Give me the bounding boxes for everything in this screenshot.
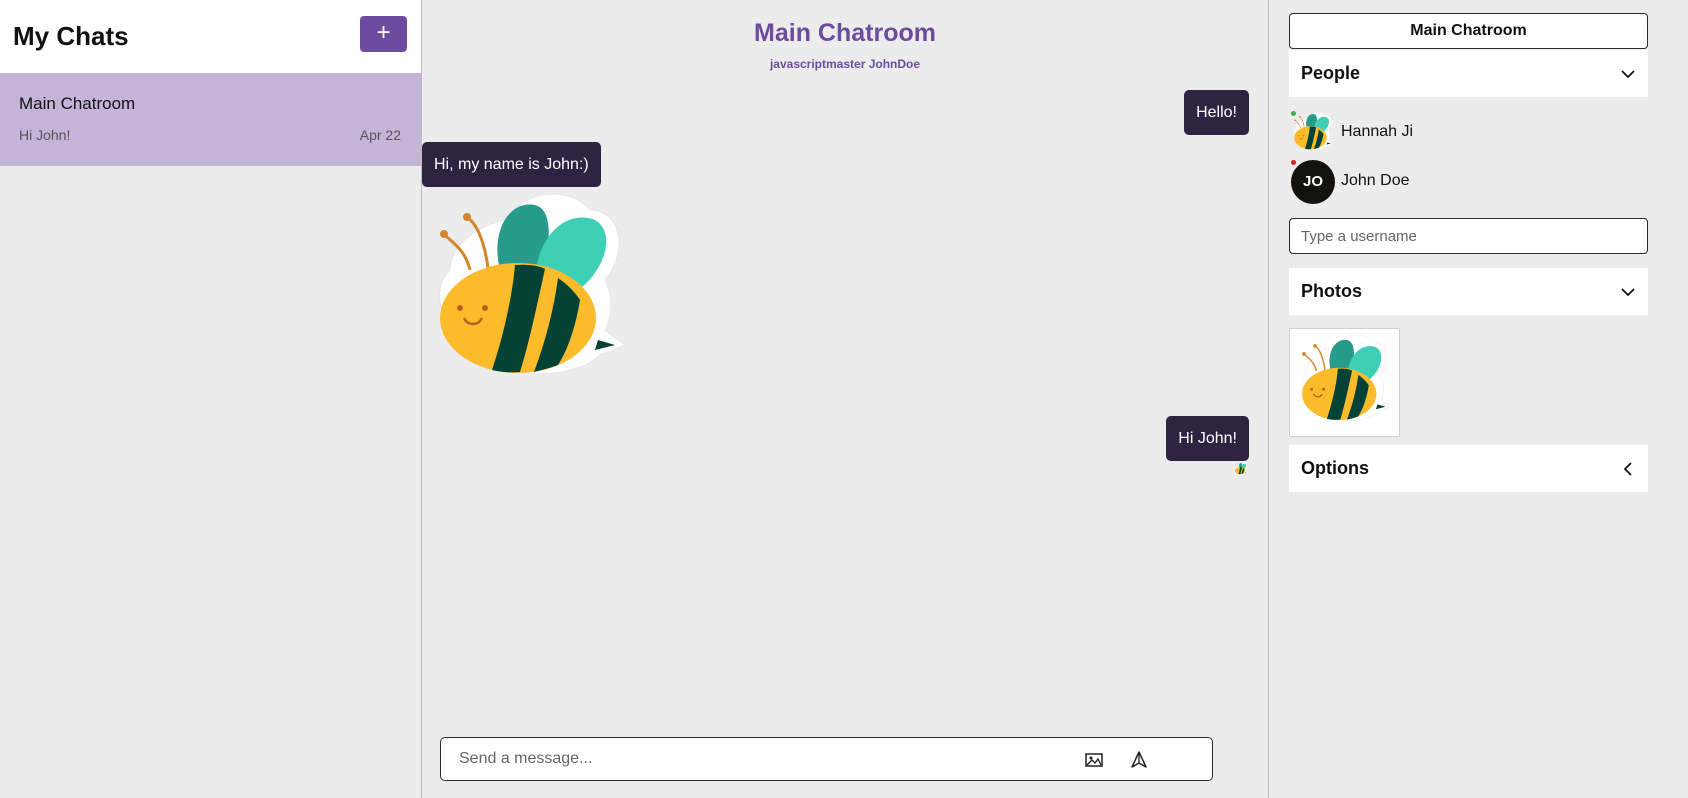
chat-list-panel: My Chats + Main Chatroom Hi John! Apr 22: [0, 0, 422, 798]
message-bubble-incoming: Hi, my name is John:): [422, 142, 601, 187]
image-upload-icon[interactable]: [1083, 749, 1105, 771]
person-name: John Doe: [1341, 172, 1410, 189]
avatar-initials: JO: [1291, 160, 1335, 204]
chat-members: javascriptmaster JohnDoe: [769, 57, 921, 71]
chat-feed: Main Chatroom javascriptmaster JohnDoe H…: [422, 0, 1268, 798]
people-section-header[interactable]: People: [1289, 50, 1648, 97]
new-chat-button[interactable]: +: [360, 16, 407, 52]
options-label: Options: [1301, 458, 1369, 478]
chat-item-date: Apr 22: [359, 127, 401, 143]
read-receipt-avatar: [1234, 462, 1248, 476]
chevron-left-icon: [1623, 462, 1632, 476]
chevron-down-icon: [1621, 70, 1635, 79]
photos-label: Photos: [1301, 281, 1362, 301]
chat-list-item[interactable]: Main Chatroom Hi John! Apr 22: [0, 73, 421, 166]
bee-avatar-icon: [1291, 111, 1335, 155]
online-status-dot: [1291, 111, 1296, 116]
chat-item-preview: Hi John!: [19, 127, 71, 143]
message-composer: [440, 737, 1213, 781]
chat-name-button[interactable]: Main Chatroom: [1289, 13, 1648, 49]
offline-status-dot: [1291, 160, 1296, 165]
person-name: Hannah Ji: [1341, 123, 1414, 140]
chat-title: Main Chatroom: [754, 19, 936, 47]
photos-section-header[interactable]: Photos: [1289, 268, 1648, 315]
chevron-down-icon: [1621, 288, 1635, 297]
send-icon[interactable]: [1128, 749, 1150, 771]
message-bubble-outgoing: Hi John!: [1166, 416, 1249, 461]
bee-sticker-image[interactable]: [430, 190, 630, 400]
chat-list-header: My Chats +: [0, 0, 421, 73]
username-field: [1289, 218, 1648, 254]
message-bubble-outgoing: Hello!: [1184, 90, 1249, 135]
options-section-header[interactable]: Options: [1289, 445, 1648, 492]
photo-thumbnail[interactable]: [1289, 328, 1400, 437]
bee-photo-image: [1295, 333, 1395, 433]
message-input[interactable]: [459, 748, 1059, 770]
people-label: People: [1301, 63, 1361, 83]
chat-details-panel: Main Chatroom People Hannah Ji JO John D…: [1268, 0, 1688, 798]
chat-list-title: My Chats: [13, 21, 129, 51]
username-input[interactable]: [1301, 226, 1631, 246]
chat-item-title: Main Chatroom: [19, 94, 136, 113]
